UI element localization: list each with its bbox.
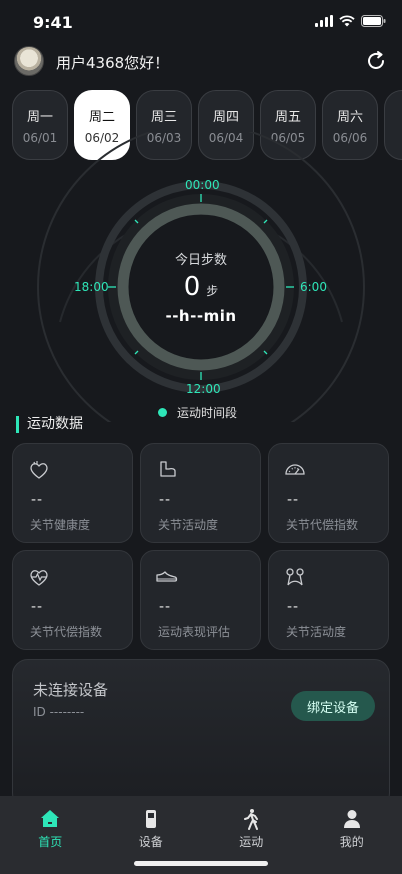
device-id: ID -------- bbox=[33, 705, 85, 719]
section-title: 运动数据 bbox=[16, 416, 83, 433]
tab-label: 设备 bbox=[138, 835, 163, 849]
jump-rope-icon bbox=[286, 568, 304, 586]
metric-label: 关节活动度 bbox=[286, 625, 347, 639]
status-bar: 9:41 bbox=[0, 0, 402, 44]
tab-mine[interactable]: 我的 bbox=[302, 796, 402, 874]
metric-value: -- bbox=[159, 492, 172, 508]
metric-value: -- bbox=[287, 599, 300, 615]
metric-label: 关节健康度 bbox=[30, 518, 91, 532]
metric-card[interactable]: -- 关节活动度 bbox=[268, 550, 389, 650]
bind-device-button[interactable]: 绑定设备 bbox=[291, 691, 375, 721]
metric-label: 关节代偿指数 bbox=[30, 625, 103, 639]
elbow-icon bbox=[160, 461, 176, 477]
status-time: 9:41 bbox=[33, 13, 73, 32]
steps-value: 0步 bbox=[0, 272, 402, 302]
header: 用户4368您好！ bbox=[14, 46, 388, 78]
steps-unit: 步 bbox=[206, 284, 219, 298]
steps-title: 今日步数 bbox=[174, 253, 227, 268]
metric-label: 运动表现评估 bbox=[158, 625, 231, 639]
metric-value: -- bbox=[31, 492, 44, 508]
day-name: 周二 bbox=[88, 109, 115, 125]
device-status: 未连接设备 bbox=[33, 681, 109, 699]
day-name: 周四 bbox=[212, 109, 239, 125]
user-icon bbox=[343, 810, 360, 828]
day-name: 周三 bbox=[150, 109, 177, 125]
sneaker-icon bbox=[156, 571, 178, 582]
metric-card[interactable]: -- 关节活动度 bbox=[140, 443, 261, 543]
avatar[interactable] bbox=[14, 46, 44, 76]
day-name: 周六 bbox=[336, 109, 363, 125]
walk-icon bbox=[244, 809, 259, 830]
metric-card[interactable]: -- 运动表现评估 bbox=[140, 550, 261, 650]
legend-dot-icon bbox=[158, 408, 167, 417]
day-name: 周一 bbox=[26, 109, 53, 125]
battery-icon bbox=[361, 15, 386, 27]
gauge-icon bbox=[285, 464, 305, 475]
device-icon bbox=[145, 810, 156, 828]
metric-value: -- bbox=[159, 599, 172, 615]
metric-label: 关节活动度 bbox=[158, 518, 219, 532]
duration: --h--min bbox=[165, 307, 237, 325]
dial-label-bottom: 12:00 bbox=[186, 382, 221, 396]
metric-cards: -- 关节健康度 -- 关节活动度 -- 关节代偿指数 -- 关节代偿指数 --… bbox=[12, 443, 402, 657]
metric-value: -- bbox=[287, 492, 300, 508]
step-dial: 00:00 6:00 12:00 18:00 今日步数 0步 --h--min … bbox=[0, 132, 402, 422]
metric-value: -- bbox=[31, 599, 44, 615]
steps-number: 0 bbox=[183, 272, 201, 302]
metric-label: 关节代偿指数 bbox=[286, 518, 359, 532]
status-icons bbox=[315, 15, 386, 27]
metric-card[interactable]: -- 关节健康度 bbox=[12, 443, 133, 543]
day-name: 周五 bbox=[274, 109, 301, 125]
refresh-icon[interactable] bbox=[364, 49, 388, 73]
home-icon bbox=[41, 810, 60, 827]
heart-icon bbox=[30, 461, 48, 479]
tab-home[interactable]: 首页 bbox=[0, 796, 101, 874]
legend: 运动时间段 bbox=[158, 404, 237, 421]
metric-card[interactable]: -- 关节代偿指数 bbox=[12, 550, 133, 650]
tab-label: 运动 bbox=[239, 835, 264, 849]
heartbeat-icon bbox=[30, 570, 48, 586]
signal-icon bbox=[315, 15, 333, 27]
wifi-icon bbox=[339, 15, 355, 27]
home-indicator[interactable] bbox=[134, 861, 268, 866]
greeting: 用户4368您好！ bbox=[56, 54, 170, 72]
tab-label: 我的 bbox=[339, 835, 364, 849]
tab-label: 首页 bbox=[38, 835, 63, 849]
device-card: 未连接设备 ID -------- 绑定设备 bbox=[12, 659, 390, 809]
dial-label-top: 00:00 bbox=[185, 178, 220, 192]
legend-label: 运动时间段 bbox=[177, 406, 238, 420]
metric-card[interactable]: -- 关节代偿指数 bbox=[268, 443, 389, 543]
